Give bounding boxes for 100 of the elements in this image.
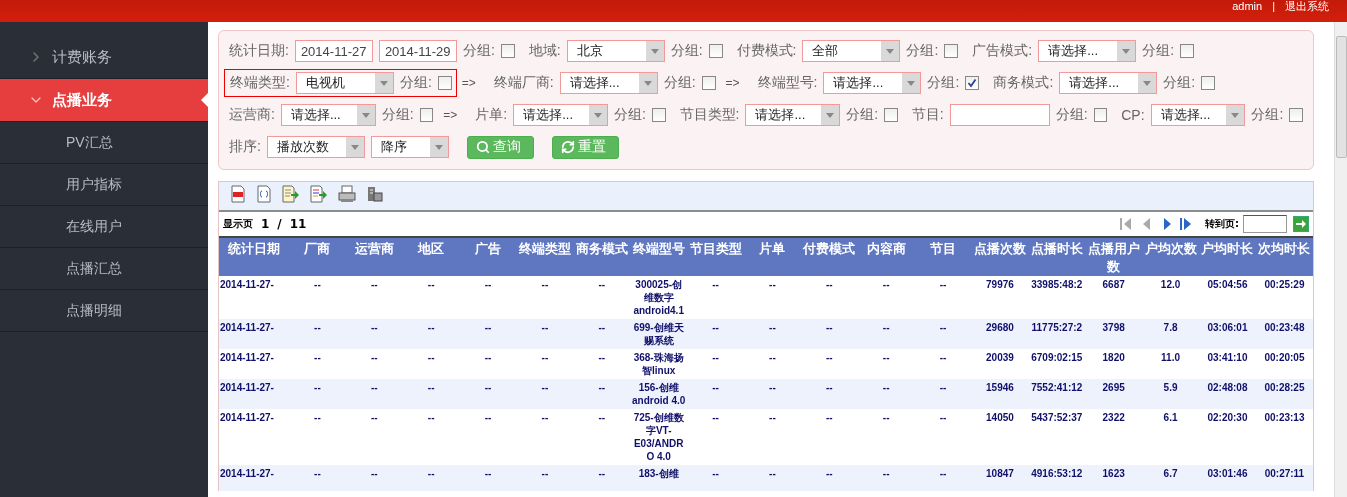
column-header[interactable]: 点播时长 <box>1028 238 1086 276</box>
total-pages: 11 <box>289 217 307 231</box>
sidebar-subitem[interactable]: 用户指标 <box>0 164 208 206</box>
input-field[interactable] <box>949 104 1050 126</box>
select-field[interactable]: 请选择... <box>823 72 922 94</box>
column-header[interactable]: 点播用户数 <box>1085 238 1143 276</box>
group-checkbox[interactable] <box>1201 76 1216 90</box>
group-checkbox[interactable] <box>965 76 980 90</box>
sidebar-subitem[interactable]: 点播明细 <box>0 290 208 332</box>
group-label: 分组: <box>927 74 960 92</box>
field-label: 地域: <box>528 42 561 60</box>
table-cell: -- <box>459 319 517 349</box>
group-checkbox[interactable] <box>708 44 723 58</box>
table-cell: -- <box>459 379 517 409</box>
select-field[interactable]: 北京 <box>566 40 665 62</box>
select-field[interactable]: 请选择... <box>1059 72 1158 94</box>
column-header[interactable]: 付费模式 <box>800 238 858 276</box>
table-cell: 11.0 <box>1142 349 1199 379</box>
sidebar-subitem[interactable]: 在线用户 <box>0 206 208 248</box>
scrollbar[interactable] <box>1334 22 1347 497</box>
table-cell: 2014-11-27- <box>219 276 289 319</box>
table-cell: 12.0 <box>1142 276 1199 319</box>
column-header[interactable]: 户均时长 <box>1199 238 1256 276</box>
column-header[interactable]: 片单 <box>744 238 801 276</box>
table-cell: 6.1 <box>1142 409 1199 465</box>
group-label: 分组: <box>1163 74 1196 92</box>
group-checkbox[interactable] <box>651 108 666 122</box>
table-cell: -- <box>345 379 403 409</box>
field-label: 商务模式: <box>993 74 1054 92</box>
group-checkbox[interactable] <box>1289 108 1303 122</box>
table-cell: -- <box>914 379 972 409</box>
group-checkbox[interactable] <box>884 108 898 122</box>
go-button[interactable] <box>1293 216 1309 232</box>
column-header[interactable]: 点播次数 <box>971 238 1029 276</box>
select-field[interactable]: 请选择... <box>745 104 841 126</box>
group-checkbox[interactable] <box>1180 44 1195 58</box>
table-cell: -- <box>687 276 744 319</box>
group-checkbox[interactable] <box>437 76 452 90</box>
select-field[interactable]: 播放次数 <box>266 136 365 158</box>
table-cell: -- <box>573 465 631 491</box>
table-cell: 2014-11-27- <box>219 465 289 491</box>
column-header[interactable]: 节目类型 <box>687 238 744 276</box>
column-header[interactable]: 节目 <box>914 238 972 276</box>
table-cell: 5437:52:37 <box>1028 409 1086 465</box>
select-field[interactable]: 电视机 <box>295 72 394 94</box>
goto-page-field[interactable] <box>1243 215 1287 233</box>
sidebar-subitem[interactable]: PV汇总 <box>0 122 208 164</box>
table-cell: 368-珠海扬智linux <box>630 349 688 379</box>
column-header[interactable]: 地区 <box>402 238 460 276</box>
sidebar-subitem[interactable]: 点播汇总 <box>0 248 208 290</box>
select-field[interactable]: 请选择... <box>1038 40 1137 62</box>
table-cell: 2014-11-27- <box>219 409 289 465</box>
select-field[interactable]: 请选择... <box>513 104 609 126</box>
table-cell: 3798 <box>1085 319 1143 349</box>
group-label: 分组: <box>1142 42 1175 60</box>
table-cell: -- <box>914 465 972 491</box>
select-field[interactable]: 请选择... <box>280 104 376 126</box>
logout-link[interactable]: 退出系统 <box>1285 0 1329 12</box>
column-header[interactable]: 户均次数 <box>1142 238 1199 276</box>
column-header[interactable]: 商务模式 <box>573 238 631 276</box>
column-header[interactable]: 广告 <box>459 238 517 276</box>
table-cell: -- <box>857 379 915 409</box>
group-checkbox[interactable] <box>500 44 515 58</box>
select-field[interactable]: 全部 <box>802 40 901 62</box>
column-header[interactable]: 次均时长 <box>1255 238 1313 276</box>
table-cell: -- <box>744 465 801 491</box>
page-label: 显示页 <box>223 217 253 231</box>
table-cell: 02:20:30 <box>1199 409 1256 465</box>
column-header[interactable]: 运营商 <box>345 238 403 276</box>
table-cell: -- <box>516 465 574 491</box>
table-cell: 15946 <box>971 379 1029 409</box>
table-cell: 00:28:25 <box>1255 379 1313 409</box>
group-checkbox[interactable] <box>944 44 959 58</box>
table-cell: -- <box>800 379 858 409</box>
group-checkbox[interactable] <box>419 108 434 122</box>
date-field[interactable]: 2014-11-29 <box>378 40 457 62</box>
table-cell: -- <box>289 276 346 319</box>
date-field[interactable]: 2014-11-27 <box>294 40 373 62</box>
table-cell: -- <box>573 409 631 465</box>
table-cell: 699-创维天赐系统 <box>630 319 688 349</box>
group-checkbox[interactable] <box>1093 108 1108 122</box>
table-cell: 5.9 <box>1142 379 1199 409</box>
table-cell: -- <box>857 276 915 319</box>
select-field[interactable]: 请选择... <box>559 72 658 94</box>
column-header[interactable]: 统计日期 <box>219 238 289 276</box>
table-cell: -- <box>857 409 915 465</box>
select-field[interactable]: 请选择... <box>1150 104 1246 126</box>
column-header[interactable]: 内容商 <box>857 238 915 276</box>
table-cell: 156-创维 android 4.0 <box>630 379 688 409</box>
table-cell: 05:04:56 <box>1199 276 1256 319</box>
select-field[interactable]: 降序 <box>370 136 449 158</box>
group-label: 分组: <box>846 106 879 124</box>
sidebar-item[interactable]: 点播业务 <box>0 79 208 122</box>
column-header[interactable]: 厂商 <box>289 238 346 276</box>
column-header[interactable]: 终端类型 <box>516 238 574 276</box>
column-header[interactable]: 终端型号 <box>630 238 688 276</box>
table-cell: 2014-11-27- <box>219 319 289 349</box>
table-cell: -- <box>289 465 346 491</box>
field-label: 广告模式: <box>972 42 1033 60</box>
group-checkbox[interactable] <box>701 76 716 90</box>
